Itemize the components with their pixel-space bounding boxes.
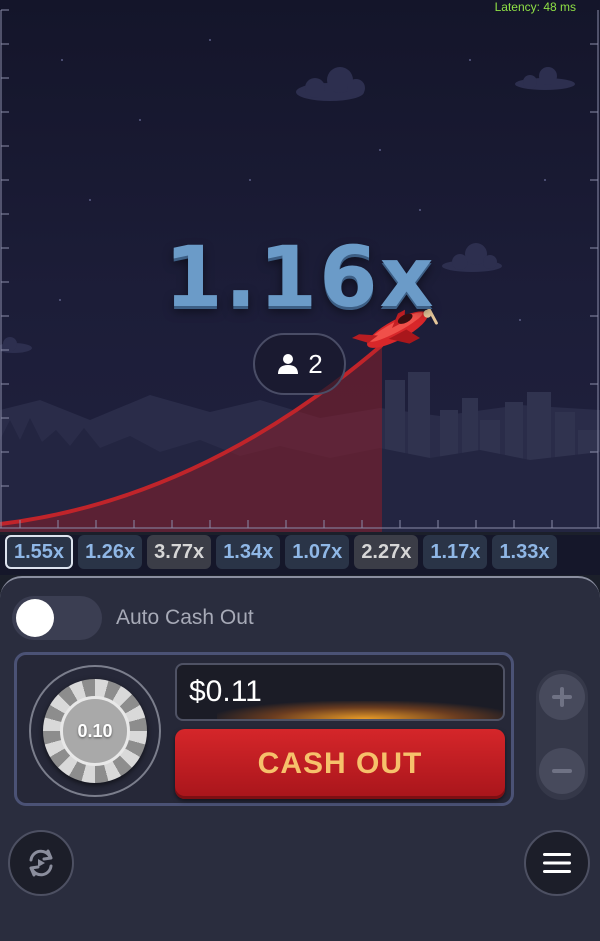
players-counter: 2 <box>253 333 346 395</box>
history-item[interactable]: 2.27x <box>354 535 419 569</box>
current-multiplier: 1.16x <box>164 228 436 326</box>
chip-icon: 0.10 <box>43 679 147 783</box>
repeat-icon <box>29 849 53 877</box>
auto-cash-out-toggle[interactable] <box>12 596 102 640</box>
history-item[interactable]: 1.55x <box>5 535 74 569</box>
hamburger-menu-icon <box>543 853 571 873</box>
repeat-bet-button[interactable] <box>8 830 74 896</box>
history-item[interactable]: 1.07x <box>285 535 350 569</box>
chip-value: 0.10 <box>60 696 130 766</box>
decrease-bet-button[interactable] <box>539 748 585 794</box>
minus-icon <box>552 769 572 773</box>
history-item[interactable]: 3.77x <box>147 535 212 569</box>
history-item[interactable]: 1.26x <box>78 535 143 569</box>
game-canvas: Latency: 48 ms 1.16x 2 <box>0 0 600 532</box>
user-icon <box>278 354 299 374</box>
plus-icon <box>552 687 572 707</box>
menu-button[interactable] <box>524 830 590 896</box>
bet-panel: Auto Cash Out 0.10 $0.11 CASH OUT <box>0 576 600 941</box>
toggle-knob <box>16 599 54 637</box>
history-item[interactable]: 1.33x <box>492 535 557 569</box>
auto-cash-out-label: Auto Cash Out <box>116 606 254 629</box>
win-amount-display: $0.11 <box>175 663 505 721</box>
latency-indicator: Latency: 48 ms <box>494 0 576 14</box>
bet-stepper <box>536 670 588 800</box>
auto-cash-out-row: Auto Cash Out <box>12 596 254 640</box>
players-count: 2 <box>308 348 323 379</box>
win-amount: $0.11 <box>189 675 262 708</box>
history-item[interactable]: 1.17x <box>423 535 488 569</box>
increase-bet-button[interactable] <box>539 674 585 720</box>
cash-out-button[interactable]: CASH OUT <box>175 729 505 799</box>
bet-box: 0.10 $0.11 CASH OUT <box>14 652 514 806</box>
bet-chip[interactable]: 0.10 <box>29 665 161 797</box>
history-item[interactable]: 1.34x <box>216 535 281 569</box>
multiplier-history: 1.55x 1.26x 3.77x 1.34x 1.07x 2.27x 1.17… <box>0 535 600 575</box>
